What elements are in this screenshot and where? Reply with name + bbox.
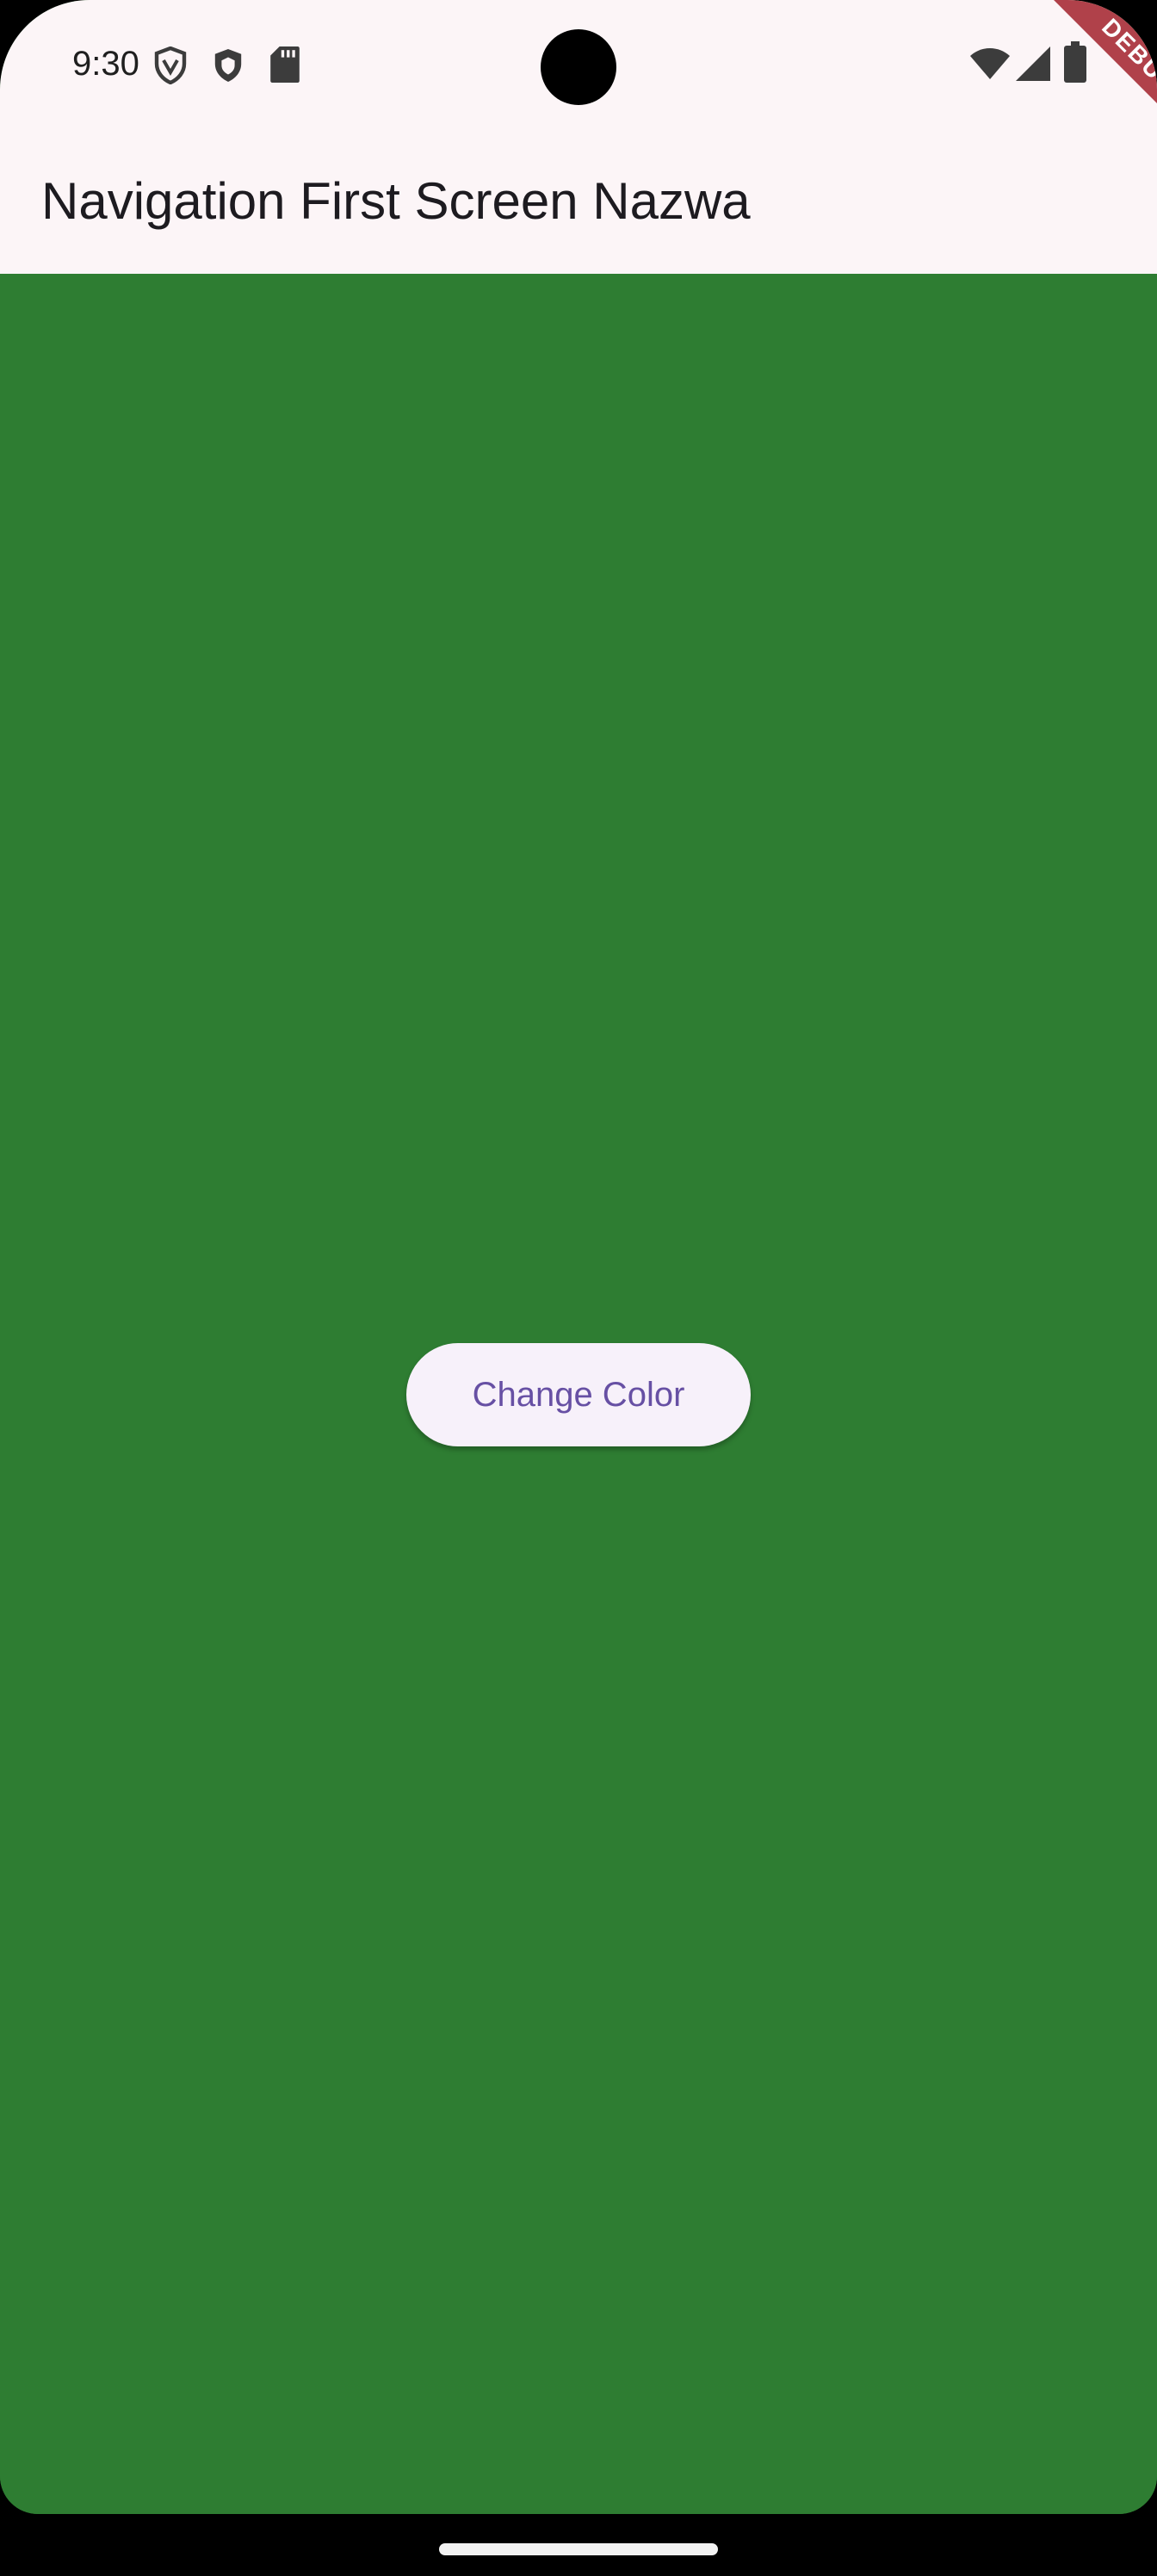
status-time: 9:30 [72, 45, 139, 83]
gesture-nav-handle[interactable] [439, 2543, 718, 2555]
sd-card-icon [270, 46, 300, 83]
battery-icon [1064, 41, 1086, 83]
wifi-icon [970, 48, 1010, 79]
cell-signal-icon [1016, 46, 1050, 81]
app-bar-title: Navigation First Screen Nazwa [41, 172, 751, 230]
change-color-button[interactable]: Change Color [406, 1343, 751, 1446]
shield-icon [214, 49, 242, 82]
vpn-shield-icon [154, 46, 187, 84]
camera-cutout [541, 29, 616, 105]
top-area: 9:30 Navigation First Screen Nazwa [0, 0, 1157, 274]
status-bar: 9:30 [0, 0, 1157, 129]
app-bar: Navigation First Screen Nazwa [0, 129, 1157, 274]
device-frame: 9:30 Navigation First Screen Nazwa Chang… [0, 0, 1157, 2576]
app-screen: 9:30 Navigation First Screen Nazwa Chang… [0, 0, 1157, 2514]
